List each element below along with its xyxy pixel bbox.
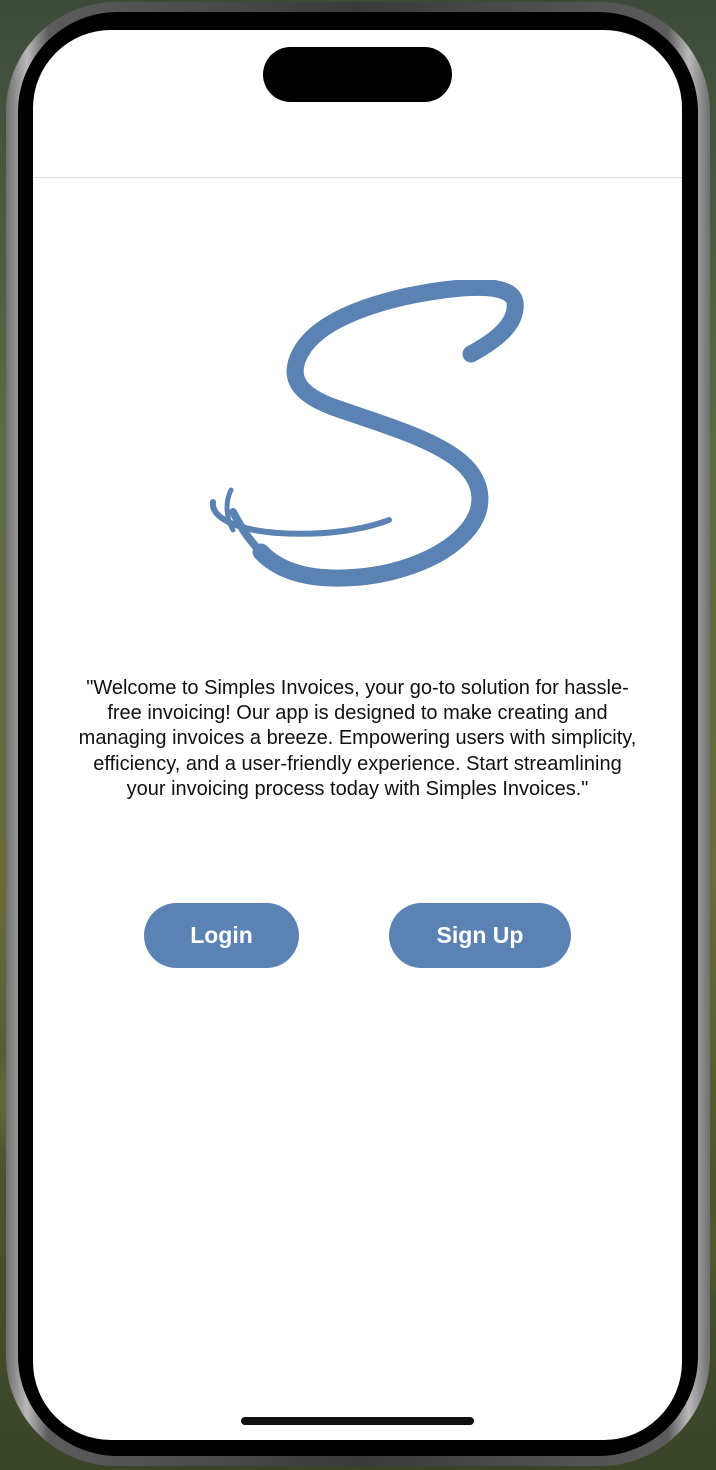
login-button[interactable]: Login	[144, 903, 299, 968]
app-screen: "Welcome to Simples Invoices, your go-to…	[33, 30, 682, 1440]
app-logo-icon	[209, 280, 524, 587]
welcome-message: "Welcome to Simples Invoices, your go-to…	[78, 677, 637, 800]
navigation-bar-divider	[33, 177, 682, 178]
signup-button[interactable]: Sign Up	[389, 903, 571, 968]
home-indicator[interactable]	[241, 1417, 474, 1425]
dynamic-island	[263, 47, 452, 102]
